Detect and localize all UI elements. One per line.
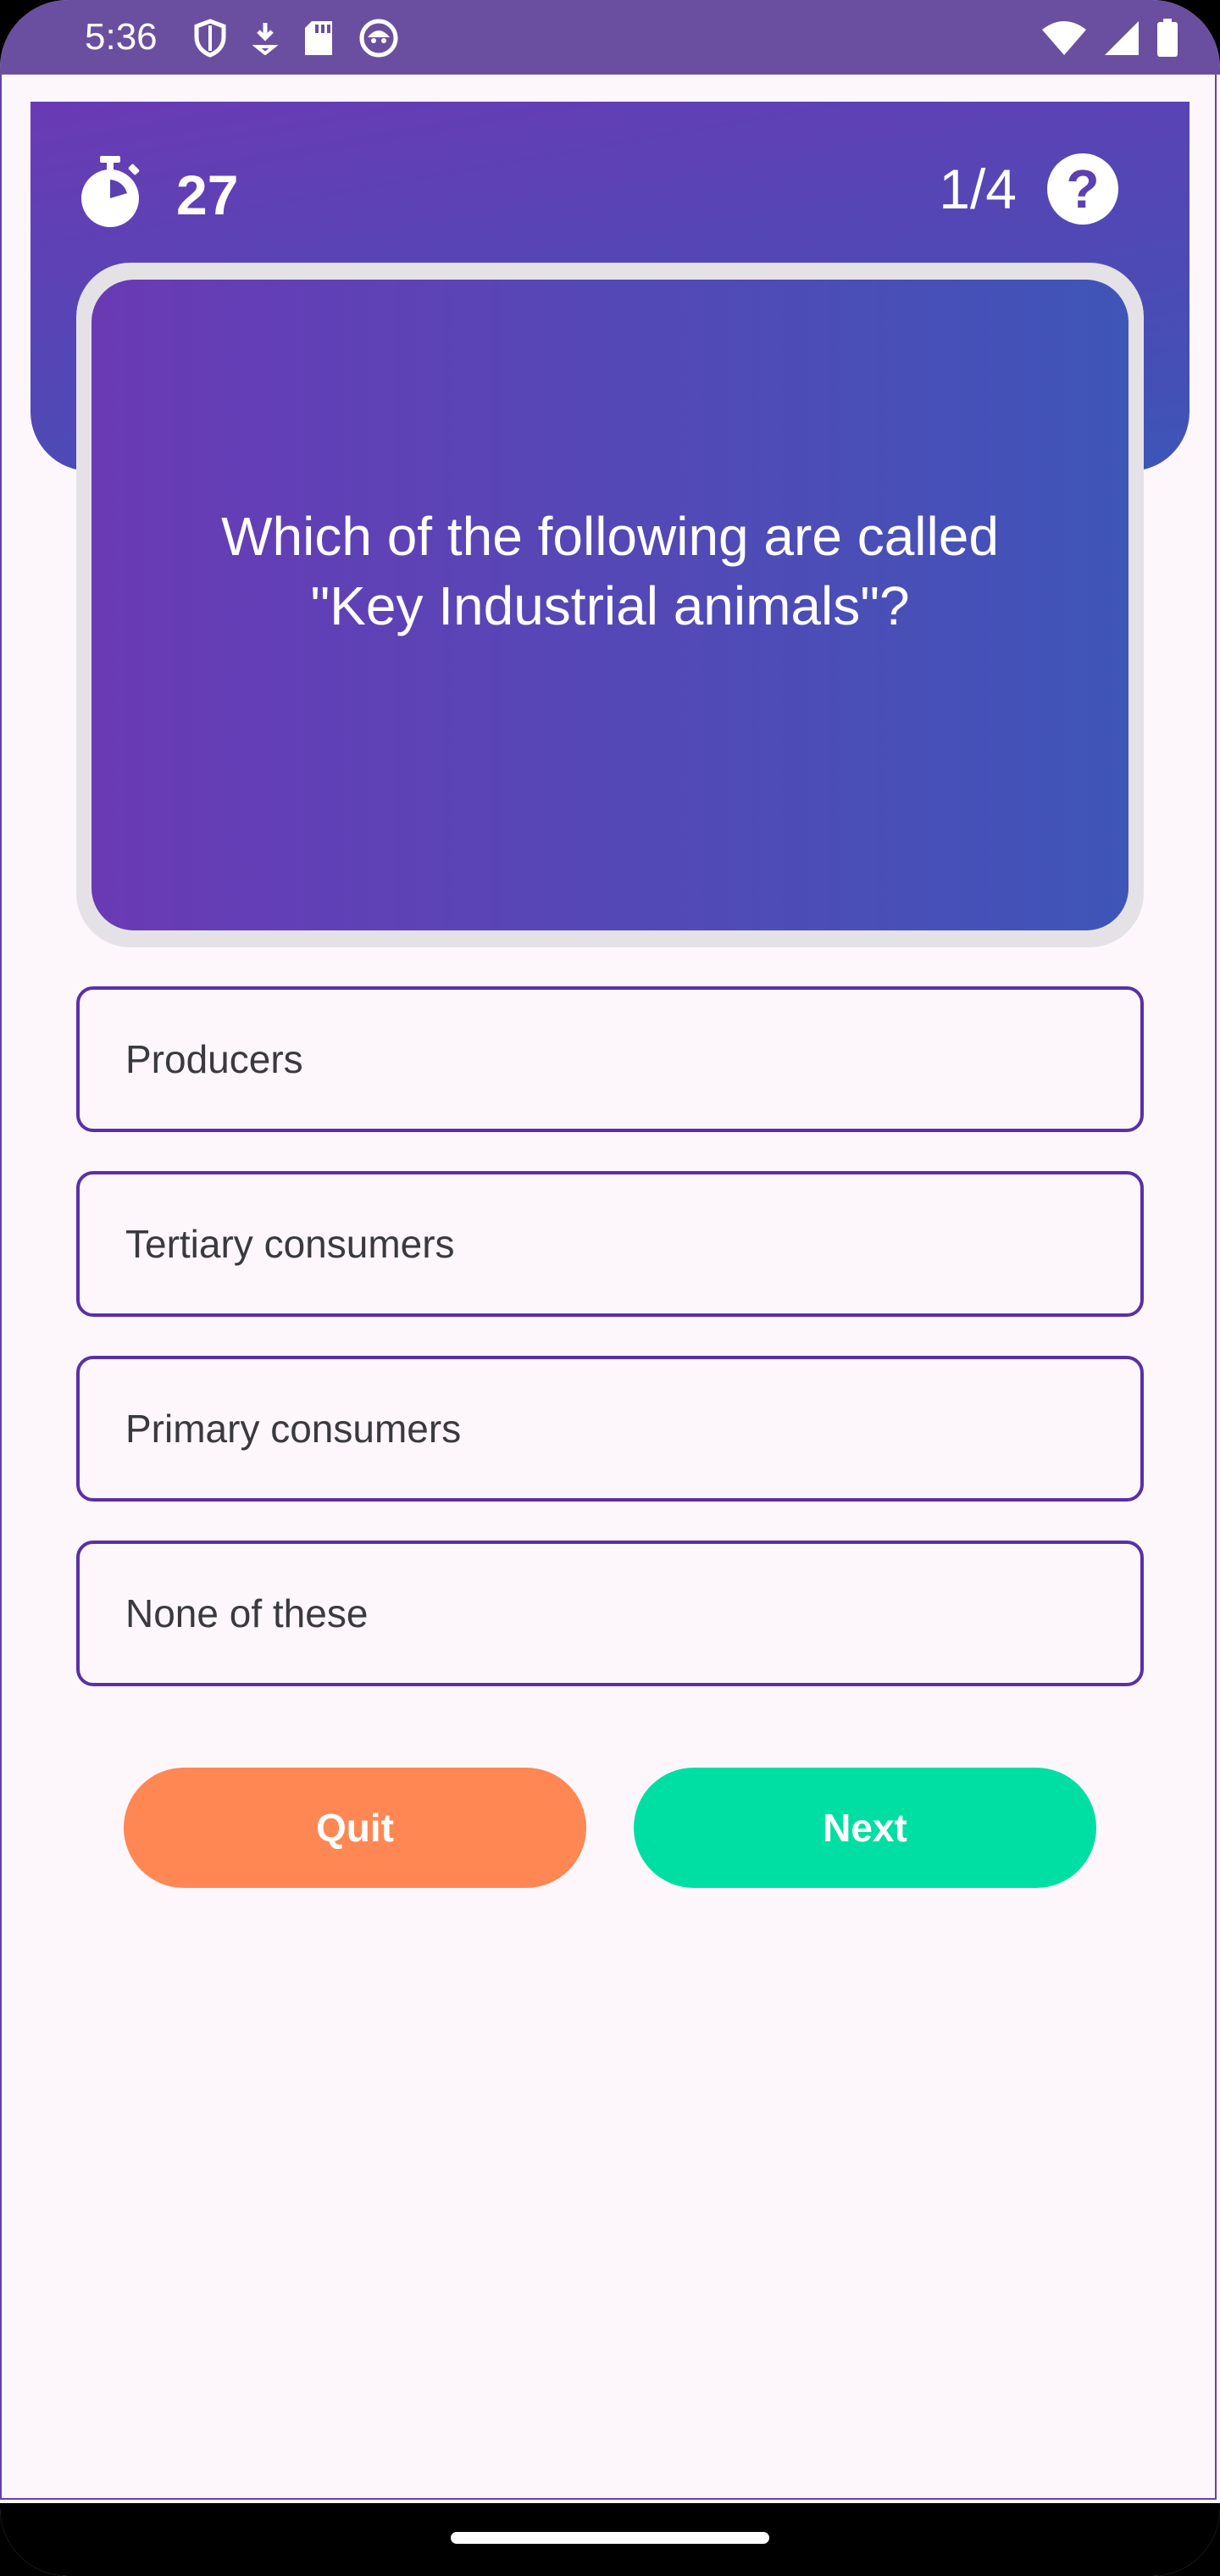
- next-button-label: Next: [823, 1806, 907, 1850]
- timer: 27: [78, 156, 238, 233]
- answer-option-4[interactable]: None of these: [76, 1541, 1144, 1686]
- wifi-icon: [1040, 19, 1088, 57]
- status-bar: 5:36: [0, 0, 1220, 75]
- quit-button-label: Quit: [316, 1806, 394, 1850]
- answer-option-2[interactable]: Tertiary consumers: [76, 1171, 1144, 1317]
- download-icon: [252, 21, 278, 55]
- signal-icon: [1103, 19, 1140, 57]
- status-icons-left: [193, 17, 398, 59]
- status-icons-right: [1040, 17, 1179, 59]
- answer-option-1[interactable]: Producers: [76, 986, 1144, 1132]
- status-time: 5:36: [85, 16, 158, 58]
- question-card: Which of the following are called "Key I…: [92, 280, 1128, 930]
- answer-option-label: Tertiary consumers: [125, 1222, 455, 1266]
- stopwatch-icon: [78, 156, 142, 233]
- next-button[interactable]: Next: [634, 1768, 1096, 1888]
- progress-counter: 1/4: [939, 158, 1017, 220]
- help-glyph: ?: [1066, 158, 1100, 219]
- question-progress: 1/4 ?: [939, 151, 1118, 227]
- sd-card-icon: [303, 19, 334, 57]
- question-text: Which of the following are called "Key I…: [221, 506, 999, 636]
- answer-option-label: Producers: [125, 1037, 303, 1081]
- shield-icon: [193, 19, 227, 58]
- answer-option-label: Primary consumers: [125, 1407, 462, 1451]
- battery-icon: [1156, 19, 1179, 58]
- home-gesture-handle[interactable]: [451, 2532, 769, 2544]
- quit-button[interactable]: Quit: [124, 1768, 586, 1888]
- cat-face-icon: [359, 19, 398, 58]
- timer-value: 27: [176, 163, 239, 226]
- answer-option-label: None of these: [125, 1591, 369, 1635]
- help-icon[interactable]: ?: [1047, 153, 1118, 225]
- answer-option-3[interactable]: Primary consumers: [76, 1356, 1144, 1502]
- quiz-screen: 5:36 27 1/4 ? Which of the following are…: [0, 0, 1220, 2576]
